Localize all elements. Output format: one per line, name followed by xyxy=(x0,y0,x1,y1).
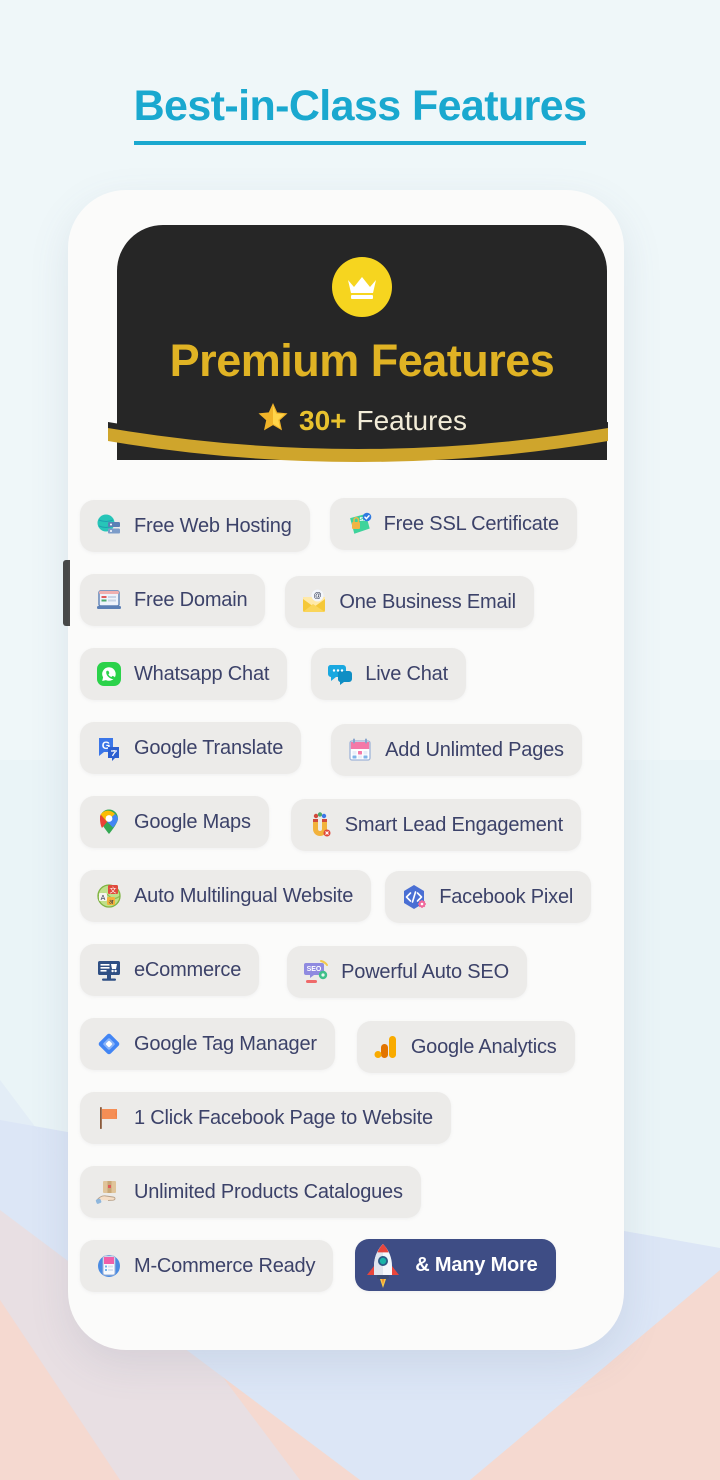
crown-icon xyxy=(332,257,392,317)
feature-row: M-Commerce Ready & Many More xyxy=(80,1230,612,1302)
feature-pill-free-web-hosting[interactable]: Free Web Hosting xyxy=(80,500,310,552)
feature-row: Free Domain @ One Business Email xyxy=(80,564,612,636)
feature-row: 1 Click Facebook Page to Website xyxy=(80,1082,612,1154)
feature-pill-m-commerce-ready[interactable]: M-Commerce Ready xyxy=(80,1240,334,1292)
live-chat-icon xyxy=(325,659,355,689)
feature-label: Auto Multilingual Website xyxy=(134,884,354,907)
email-envelope-icon: @ xyxy=(299,587,329,617)
feature-row: Google Maps Smart Lead Engagement xyxy=(80,786,612,858)
feature-row: Free Web Hosting SSL Free SSL Certi xyxy=(80,490,612,562)
feature-label: Google Maps xyxy=(134,810,251,833)
feature-row: Unlimited Products Catalogues xyxy=(80,1156,612,1228)
feature-row: Google Tag Manager Google Analytics xyxy=(80,1008,612,1080)
multilingual-globe-icon: 文 A अ xyxy=(94,881,124,911)
feature-pill-free-ssl-certificate[interactable]: SSL Free SSL Certificate xyxy=(329,498,577,550)
feature-label: Powerful Auto SEO xyxy=(341,960,509,983)
feature-pill-google-translate[interactable]: G Google Translate xyxy=(80,722,302,774)
domain-laptop-icon xyxy=(94,585,124,615)
facebook-pixel-code-icon xyxy=(399,882,429,912)
feature-label: 1 Click Facebook Page to Website xyxy=(134,1106,433,1129)
lead-magnet-icon xyxy=(305,810,335,840)
feature-pill-smart-lead-engagement[interactable]: Smart Lead Engagement xyxy=(290,799,581,851)
google-translate-icon: G xyxy=(94,733,124,763)
feature-pill-add-unlimted-pages[interactable]: Add Unlimted Pages xyxy=(331,724,582,776)
page-title: Best-in-Class Features xyxy=(133,83,587,146)
ssl-certificate-icon: SSL xyxy=(344,509,374,539)
feature-row: G Google Translate Add Unlimted Pages xyxy=(80,712,612,784)
gold-divider-curve xyxy=(108,422,608,462)
feature-label: Add Unlimted Pages xyxy=(385,738,564,761)
feature-label: Google Tag Manager xyxy=(134,1032,317,1055)
feature-label: M-Commerce Ready xyxy=(134,1254,316,1277)
page-root: Best-in-Class Features Premium Features xyxy=(0,0,720,1480)
premium-title: Premium Features xyxy=(169,335,555,386)
features-list: Free Web Hosting SSL Free SSL Certi xyxy=(68,490,624,1304)
orange-flag-icon xyxy=(94,1103,124,1133)
google-analytics-icon xyxy=(371,1032,401,1062)
page-title-wrap: Best-in-Class Features xyxy=(0,83,720,146)
feature-pill-whatsapp-chat[interactable]: Whatsapp Chat xyxy=(80,648,288,700)
product-box-hand-icon xyxy=(94,1177,124,1207)
feature-label: Free Web Hosting xyxy=(134,514,292,537)
google-maps-pin-icon xyxy=(94,807,124,837)
google-tag-manager-icon xyxy=(94,1029,124,1059)
web-hosting-icon xyxy=(94,511,124,541)
feature-label: Google Analytics xyxy=(410,1035,557,1058)
pages-calendar-icon xyxy=(345,735,375,765)
feature-pill-google-analytics[interactable]: Google Analytics xyxy=(356,1021,575,1073)
feature-pill-free-domain[interactable]: Free Domain xyxy=(80,574,266,626)
feature-pill-and-many-more[interactable]: & Many More xyxy=(355,1239,556,1291)
svg-text:A: A xyxy=(101,895,106,902)
feature-pill-live-chat[interactable]: Live Chat xyxy=(311,648,466,700)
feature-pill-unlimited-products-catalogues[interactable]: Unlimited Products Catalogues xyxy=(80,1166,421,1218)
feature-row: eCommerce SEO Powerful Auto SEO xyxy=(80,934,612,1006)
feature-label: & Many More xyxy=(415,1253,538,1276)
feature-label: One Business Email xyxy=(339,590,516,613)
feature-label: Live Chat xyxy=(365,662,448,685)
feature-pill-auto-multilingual-website[interactable]: 文 A अ Auto Multilingual Website xyxy=(80,870,372,922)
feature-row: Whatsapp Chat Live Chat xyxy=(80,638,612,710)
seo-icon: SEO xyxy=(301,957,331,987)
whatsapp-icon xyxy=(94,659,124,689)
feature-label: Whatsapp Chat xyxy=(134,662,270,685)
feature-label: Facebook Pixel xyxy=(439,885,574,908)
svg-text:SEO: SEO xyxy=(307,966,322,973)
feature-pill-google-tag-manager[interactable]: Google Tag Manager xyxy=(80,1018,335,1070)
phone-mockup-card: Premium Features 30+ Features Free Web H… xyxy=(63,190,624,1350)
feature-pill-1-click-facebook-page-to-website[interactable]: 1 Click Facebook Page to Website xyxy=(80,1092,451,1144)
feature-pill-google-maps[interactable]: Google Maps xyxy=(80,796,269,848)
svg-text:@: @ xyxy=(314,591,322,600)
feature-pill-facebook-pixel[interactable]: Facebook Pixel xyxy=(385,871,592,923)
rocket-icon xyxy=(361,1242,405,1288)
feature-label: Google Translate xyxy=(134,736,284,759)
svg-text:文: 文 xyxy=(110,886,117,895)
mobile-commerce-icon xyxy=(94,1251,124,1281)
feature-row: 文 A अ Auto Multilingual Website Facebook… xyxy=(80,860,612,932)
feature-pill-one-business-email[interactable]: @ One Business Email xyxy=(285,576,534,628)
feature-label: eCommerce xyxy=(134,958,242,981)
feature-label: Free Domain xyxy=(134,588,248,611)
feature-label: Free SSL Certificate xyxy=(383,512,560,535)
feature-label: Smart Lead Engagement xyxy=(344,813,563,836)
feature-pill-powerful-auto-seo[interactable]: SEO Powerful Auto SEO xyxy=(287,946,527,998)
ecommerce-monitor-icon xyxy=(94,955,124,985)
feature-pill-ecommerce[interactable]: eCommerce xyxy=(80,944,260,996)
feature-label: Unlimited Products Catalogues xyxy=(134,1180,403,1203)
